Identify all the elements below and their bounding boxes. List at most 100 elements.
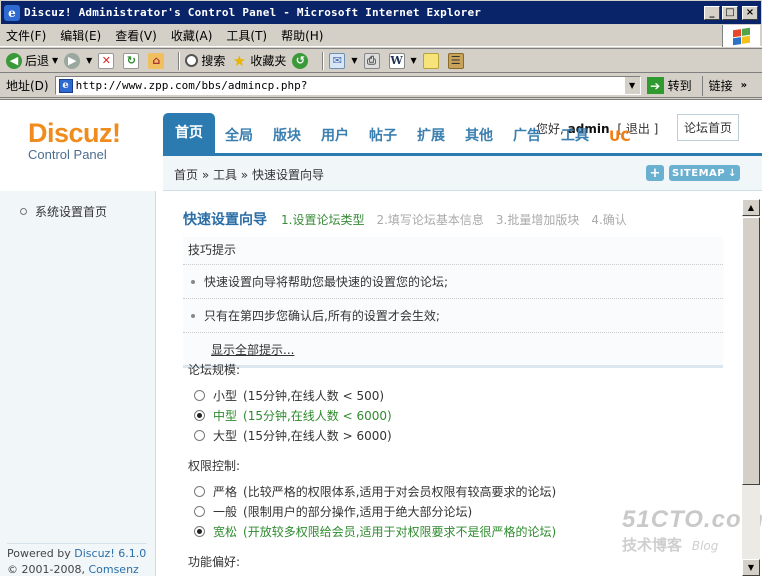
option-label: 大型 (213, 429, 238, 443)
close-button[interactable]: × (742, 5, 758, 20)
chevron-right-icon: » (740, 80, 748, 91)
menu-help[interactable]: 帮助(H) (281, 27, 323, 44)
menu-view[interactable]: 查看(V) (115, 27, 157, 44)
watermark-line1: 51CTO.com (622, 506, 762, 533)
scroll-down-icon[interactable]: ▼ (742, 559, 760, 576)
tab-posts[interactable]: 帖子 (359, 125, 407, 153)
sitemap-button[interactable]: SITEMAP ↓ (669, 165, 740, 181)
cp-header: Discuz! Control Panel 您好, admin [ 退出 ] 论… (0, 100, 762, 191)
ie-logo-icon: e (4, 4, 20, 21)
search-label: 搜索 (201, 54, 226, 68)
watermark-line3: Blog (691, 539, 719, 553)
mail-dropdown-icon[interactable]: ▼ (351, 56, 357, 65)
tab-forums[interactable]: 版块 (263, 125, 311, 153)
logo-subtitle: Control Panel (28, 147, 107, 162)
menu-file[interactable]: 文件(F) (6, 27, 46, 44)
tab-users[interactable]: 用户 (311, 125, 359, 153)
radio-strict[interactable] (194, 486, 205, 497)
scale-option-large[interactable]: 大型 (15分钟,在线人数 > 6000) (194, 427, 392, 444)
scroll-thumb[interactable] (742, 217, 760, 485)
sidebar-item-settings-home[interactable]: 系统设置首页 (20, 203, 107, 220)
permission-option-loose[interactable]: 宽松 (开放较多权限给会员,适用于对权限要求不是很严格的论坛) (194, 523, 556, 540)
edit-button[interactable]: W ▼ (388, 52, 417, 69)
option-desc: (比较严格的权限体系,适用于对会员权限有较高要求的论坛) (243, 485, 557, 499)
go-button[interactable]: ➔ 转到 (646, 77, 692, 94)
note-icon (422, 52, 439, 69)
back-button[interactable]: ◀ 后退 ▼ (6, 52, 58, 69)
windows-logo-icon (722, 25, 760, 47)
links-button[interactable]: 链接 » (701, 75, 748, 96)
show-all-tips-link[interactable]: 显示全部提示... (183, 333, 723, 368)
powered-link[interactable]: Discuz! 6.1.0 (74, 547, 146, 560)
page-content: Discuz! Control Panel 您好, admin [ 退出 ] 论… (0, 99, 762, 576)
powered-by: Powered by Discuz! 6.1.0 (7, 546, 147, 562)
permission-option-strict[interactable]: 严格 (比较严格的权限体系,适用于对会员权限有较高要求的论坛) (194, 483, 556, 500)
forward-button[interactable]: ▶ ▼ (64, 52, 92, 69)
star-icon: ★ (232, 51, 247, 70)
history-button[interactable]: ↺ (292, 52, 311, 69)
research-button[interactable]: ☰ (447, 52, 467, 69)
edit-dropdown-icon[interactable]: ▼ (411, 56, 417, 65)
tip-text: 只有在第四步您确认后,所有的设置才会生效; (204, 309, 440, 323)
option-label: 宽松 (213, 525, 238, 539)
toolbar: ◀ 后退 ▼ ▶ ▼ ✕ ↻ ⌂ 搜索 ★ 收藏夹 ↺ ✉ ▼ ⎙ W ▼ ☰ (0, 48, 762, 73)
address-url[interactable]: http://www.zpp.com/bbs/admincp.php? (76, 79, 308, 92)
watermark: 51CTO.com 技术博客 Blog (622, 506, 762, 566)
books-icon: ☰ (447, 52, 464, 69)
wizard-steps: 快速设置向导 1.设置论坛类型 2.填写论坛基本信息 3.批量增加版块 4.确认 (183, 209, 639, 229)
sitemap-label: SITEMAP (672, 167, 726, 179)
go-arrow-icon: ➔ (646, 77, 664, 94)
tab-extensions[interactable]: 扩展 (407, 125, 455, 153)
forward-arrow-icon: ▶ (64, 52, 81, 69)
tab-ads[interactable]: 广告 (503, 125, 551, 153)
refresh-icon: ↻ (123, 52, 140, 69)
bullet-icon (191, 313, 195, 318)
back-dropdown-icon[interactable]: ▼ (52, 56, 58, 65)
discuz-logo[interactable]: Discuz! Control Panel (28, 118, 121, 162)
radio-loose[interactable] (194, 526, 205, 537)
forward-dropdown-icon[interactable]: ▼ (86, 56, 92, 65)
scroll-up-icon[interactable]: ▲ (742, 199, 760, 216)
add-shortcut-button[interactable]: + (646, 165, 664, 181)
toolbar-separator (178, 51, 181, 70)
toolbar-separator (322, 51, 325, 70)
address-input[interactable]: e http://www.zpp.com/bbs/admincp.php? ▼ (54, 76, 641, 95)
radio-large[interactable] (194, 430, 205, 441)
sidebar: 系统设置首页 Powered by Discuz! 6.1.0 © 2001-2… (0, 191, 156, 576)
maximize-button[interactable]: □ (722, 5, 738, 20)
minimize-button[interactable]: _ (704, 5, 720, 20)
tab-tools[interactable]: 工具 (551, 125, 599, 153)
forum-home-button[interactable]: 论坛首页 (677, 114, 740, 141)
menu-favorites[interactable]: 收藏(A) (171, 27, 213, 44)
wizard-step-2: 2.填写论坛基本信息 (376, 213, 484, 227)
go-label: 转到 (667, 79, 692, 93)
address-label: 地址(D) (6, 79, 49, 93)
home-icon: ⌂ (148, 52, 165, 69)
radio-medium[interactable] (194, 410, 205, 421)
stop-icon: ✕ (98, 52, 115, 69)
tab-other[interactable]: 其他 (455, 125, 503, 153)
scale-option-medium[interactable]: 中型 (15分钟,在线人数 < 6000) (194, 407, 392, 424)
tab-home[interactable]: 首页 (163, 113, 215, 153)
tip-item: 快速设置向导将帮助您最快速的设置您的论坛; (183, 265, 723, 299)
scale-option-small[interactable]: 小型 (15分钟,在线人数 < 500) (194, 387, 384, 404)
favorites-button[interactable]: ★ 收藏夹 (231, 51, 287, 70)
tab-uc[interactable]: UC (599, 129, 641, 153)
menu-edit[interactable]: 编辑(E) (60, 27, 101, 44)
radio-normal[interactable] (194, 506, 205, 517)
window-title: Discuz! Administrator's Control Panel - … (24, 6, 482, 19)
home-button[interactable]: ⌂ (148, 52, 167, 69)
address-dropdown-icon[interactable]: ▼ (623, 77, 640, 94)
vertical-scrollbar[interactable]: ▲ ▼ (742, 199, 760, 576)
favorites-label: 收藏夹 (250, 54, 287, 68)
tab-global[interactable]: 全局 (215, 125, 263, 153)
permission-option-normal[interactable]: 一般 (限制用户的部分操作,适用于绝大部分论坛) (194, 503, 472, 520)
refresh-button[interactable]: ↻ (123, 52, 142, 69)
print-button[interactable]: ⎙ (363, 52, 383, 69)
mail-button[interactable]: ✉ ▼ (329, 52, 358, 69)
radio-small[interactable] (194, 390, 205, 401)
menu-tools[interactable]: 工具(T) (226, 27, 267, 44)
search-button[interactable]: 搜索 (185, 52, 225, 69)
stop-button[interactable]: ✕ (98, 52, 117, 69)
discuss-button[interactable] (422, 52, 442, 69)
